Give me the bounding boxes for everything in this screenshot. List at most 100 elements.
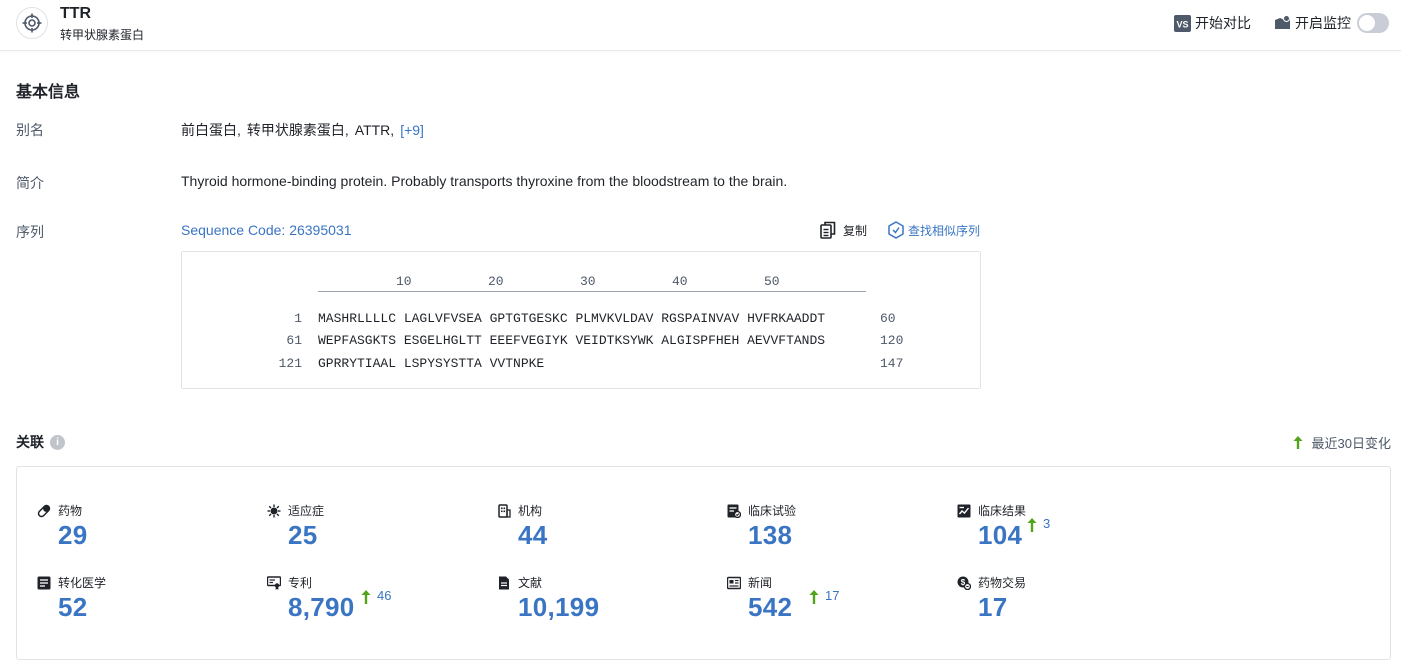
sequence-row-end: 147 (880, 356, 904, 371)
virus-icon (267, 504, 281, 518)
news-icon (727, 576, 741, 590)
arrow-up-icon (361, 590, 371, 604)
summary-text: Thyroid hormone-binding protein. Probabl… (181, 173, 788, 189)
translational-icon (37, 576, 51, 590)
stat-label: 新闻 (748, 576, 773, 590)
sequence-label: 序列 (16, 224, 44, 240)
stat-label: 药物 (58, 504, 83, 518)
document-icon (497, 576, 511, 590)
arrow-up-icon (1293, 436, 1303, 449)
summary-label: 简介 (16, 175, 44, 191)
monitor-toggle[interactable] (1357, 13, 1389, 33)
vs-icon: VS (1174, 14, 1191, 32)
arrow-up-icon (1027, 518, 1037, 532)
monitor-label: 开启监控 (1295, 15, 1351, 31)
stat-label: 临床试验 (748, 504, 797, 518)
stat-label: 文献 (518, 576, 543, 590)
stat-label: 适应症 (288, 504, 325, 518)
alias-value: 前白蛋白, 转甲状腺素蛋白, ATTR, [+9] (181, 120, 424, 140)
recent-change-legend: 最近30日变化 (1293, 433, 1391, 452)
ruler-tick: 50 (764, 274, 780, 289)
copy-label: 复制 (843, 223, 868, 238)
stat-value: 138 (748, 520, 793, 550)
arrow-up-icon (809, 590, 819, 604)
alias-item: 转甲状腺素蛋白, (246, 122, 349, 138)
stat-clinical-results[interactable]: 临床结果 104 3 (957, 502, 1187, 566)
sequence-row-start: 61 (286, 333, 302, 348)
hexagon-search-icon (888, 221, 904, 239)
stat-value: 10,199 (518, 592, 600, 622)
compare-button[interactable]: VS 开始对比 (1174, 13, 1251, 33)
stat-clinical-trials[interactable]: 临床试验 138 (727, 502, 957, 566)
alias-item: ATTR, (354, 122, 395, 138)
sequence-row-residues: GPRRYTIAAL LSPYSYSTTA VVTNPKE (318, 356, 545, 371)
stat-drugs[interactable]: 药物 29 (37, 502, 267, 566)
ruler-tick: 10 (396, 274, 412, 289)
sequence-row-end: 60 (880, 311, 896, 326)
stat-literature[interactable]: 文献 10,199 (497, 574, 727, 638)
target-logo (16, 7, 48, 39)
alias-label: 别名 (16, 122, 44, 138)
stat-value: 44 (518, 520, 548, 550)
stat-value: 25 (288, 520, 318, 550)
ruler-tick: 40 (672, 274, 688, 289)
stat-label: 临床结果 (978, 504, 1027, 518)
sequence-row-start: 1 (294, 311, 302, 326)
monitor-control[interactable]: 开启监控 (1274, 13, 1389, 33)
sequence-code-link[interactable]: Sequence Code: 26395031 (181, 222, 351, 238)
building-icon (497, 503, 511, 518)
copy-button[interactable]: 复制 (820, 221, 867, 239)
stat-delta: 17 (809, 588, 839, 604)
clinical-result-icon (957, 504, 971, 518)
stat-label: 专利 (288, 576, 313, 590)
recent-change-label: 最近30日变化 (1311, 436, 1391, 451)
patent-icon (267, 575, 281, 590)
sequence-row: 121 GPRRYTIAAL LSPYSYSTTA VVTNPKE 147 (182, 356, 982, 376)
pill-icon (37, 504, 51, 518)
stat-label: 药物交易 (978, 576, 1027, 590)
stat-value: 17 (978, 592, 1008, 622)
ruler-tick: 20 (488, 274, 504, 289)
stat-organizations[interactable]: 机构 44 (497, 502, 727, 566)
sequence-row-residues: WEPFASGKTS ESGELHGLTT EEEFVEGIYK VEIDTKS… (318, 333, 826, 348)
copy-icon (820, 221, 836, 239)
stat-value: 542 (748, 592, 793, 622)
sequence-row-start: 121 (278, 356, 302, 371)
sequence-row: 1 MASHRLLLLC LAGLVFVSEA GPTGTGESKC PLMVK… (182, 311, 982, 331)
stat-value: 8,790 (288, 592, 355, 622)
compare-label: 开始对比 (1195, 15, 1251, 31)
find-similar-label: 查找相似序列 (908, 223, 981, 238)
sequence-viewer: 10 20 30 40 50 1 MASHRLLLLC LAGLVFVSEA G… (181, 251, 981, 389)
alias-more-link[interactable]: [+9] (400, 122, 424, 138)
stat-news[interactable]: 新闻 542 17 (727, 574, 957, 638)
stat-value: 104 (978, 520, 1023, 550)
relations-title-text: 关联 (16, 434, 44, 450)
relations-title: 关联 i (16, 432, 65, 452)
stat-delta: 46 (361, 588, 391, 604)
sequence-row-end: 120 (880, 333, 904, 348)
basic-info-title: 基本信息 (16, 84, 81, 101)
find-similar-button[interactable]: 查找相似序列 (888, 221, 980, 239)
monitor-icon (1274, 14, 1291, 32)
stat-label: 机构 (518, 504, 543, 518)
relations-card: 药物 29 适应症 25 机构 44 临床试验 138 临床结果 104 3 转… (16, 466, 1391, 660)
stat-delta: 3 (1027, 516, 1050, 532)
ruler-tick: 30 (580, 274, 596, 289)
target-subtitle: 转甲状腺素蛋白 (60, 28, 145, 42)
sequence-ruler: 10 20 30 40 50 (318, 274, 866, 292)
stat-delta-value: 3 (1043, 516, 1051, 531)
stat-indications[interactable]: 适应症 25 (267, 502, 497, 566)
sequence-row-residues: MASHRLLLLC LAGLVFVSEA GPTGTGESKC PLMVKVL… (318, 311, 826, 326)
top-header: TTR 转甲状腺素蛋白 VS 开始对比 开启监控 (0, 0, 1401, 51)
vs-badge-text: VS (1176, 19, 1188, 29)
stat-value: 52 (58, 592, 88, 622)
info-icon[interactable]: i (50, 434, 65, 450)
stat-drug-deals[interactable]: $ 药物交易 17 (957, 574, 1187, 638)
stat-patents[interactable]: 专利 8,790 46 (267, 574, 497, 638)
stat-label: 转化医学 (58, 576, 107, 590)
sequence-row: 61 WEPFASGKTS ESGELHGLTT EEEFVEGIYK VEID… (182, 333, 982, 353)
target-icon (22, 13, 42, 33)
clinical-trial-icon (727, 504, 741, 518)
stat-translational-medicine[interactable]: 转化医学 52 (37, 574, 267, 638)
alias-item: 前白蛋白, (181, 122, 241, 138)
